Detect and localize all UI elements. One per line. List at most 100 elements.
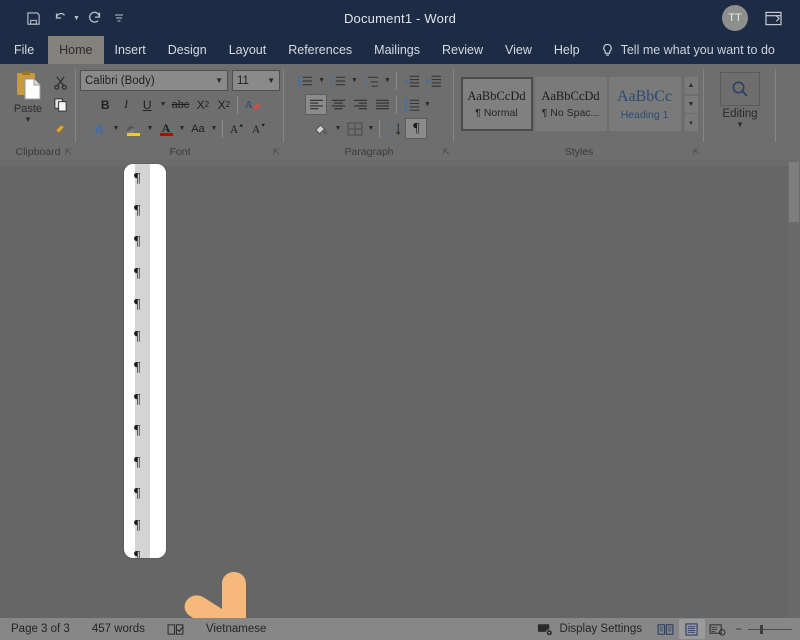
paste-button[interactable]: Paste ▼: [6, 70, 50, 124]
styles-scroll-up-icon[interactable]: ▲: [684, 77, 698, 94]
justify-button[interactable]: [371, 94, 393, 115]
tab-mailings[interactable]: Mailings: [363, 36, 431, 64]
account-avatar[interactable]: TT: [722, 5, 748, 31]
multilevel-dropdown-icon[interactable]: ▼: [382, 77, 393, 84]
cut-button[interactable]: [50, 73, 70, 92]
zoom-track[interactable]: [748, 624, 792, 634]
align-left-icon: [309, 99, 323, 110]
multilevel-list-button[interactable]: 1 a i: [360, 70, 382, 91]
read-mode-button[interactable]: [653, 619, 679, 639]
show-hide-paragraph-marks-button[interactable]: ¶: [405, 118, 428, 139]
scrollbar-thumb[interactable]: [789, 162, 799, 222]
font-size-combobox[interactable]: 11 ▼: [232, 70, 280, 91]
borders-button[interactable]: [344, 118, 366, 139]
increase-indent-button[interactable]: [422, 70, 444, 91]
font-color-button[interactable]: A: [156, 118, 177, 139]
underline-dropdown-icon[interactable]: ▼: [158, 101, 169, 108]
status-bar: Page 3 of 3 457 words Vietnamese Display…: [0, 618, 800, 640]
tab-design[interactable]: Design: [157, 36, 218, 64]
shading-icon: [315, 124, 328, 135]
align-left-button[interactable]: [305, 94, 328, 115]
bold-button[interactable]: B: [95, 94, 116, 115]
decrease-indent-icon: [404, 75, 419, 87]
grow-font-icon: A: [230, 123, 244, 136]
read-mode-icon: [657, 623, 674, 635]
chevron-down-icon[interactable]: ▼: [210, 76, 223, 85]
align-center-button[interactable]: [327, 94, 349, 115]
grow-font-button[interactable]: A: [226, 118, 248, 139]
font-color-dropdown-icon[interactable]: ▼: [177, 125, 188, 132]
font-name-combobox[interactable]: Calibri (Body) ▼: [80, 70, 228, 91]
text-highlight-color-button[interactable]: ab: [122, 118, 145, 139]
decrease-indent-button[interactable]: [400, 70, 422, 91]
highlight-dropdown-icon[interactable]: ▼: [145, 125, 156, 132]
divider: [395, 71, 397, 90]
borders-dropdown-icon[interactable]: ▼: [366, 125, 377, 132]
chevron-down-icon[interactable]: ▼: [262, 76, 275, 85]
styles-scroll-down-icon[interactable]: ▼: [684, 95, 698, 113]
style-heading-1[interactable]: AaBbCс Heading 1: [608, 77, 681, 131]
superscript-button[interactable]: X2: [213, 94, 234, 115]
strikethrough-button[interactable]: abc: [169, 94, 193, 115]
print-layout-button[interactable]: [678, 619, 705, 639]
paragraph-mark: ¶: [134, 360, 141, 375]
subscript-button[interactable]: X2: [192, 94, 213, 115]
shading-button[interactable]: [311, 118, 333, 139]
tab-help[interactable]: Help: [543, 36, 591, 64]
document-canvas[interactable]: ¶ ¶ ¶ ¶ ¶ ¶ ¶ ¶ ¶ ¶ ¶ ¶ ¶: [0, 160, 800, 618]
editing-dropdown-icon[interactable]: ▼: [736, 121, 744, 129]
shrink-font-button[interactable]: A: [248, 118, 270, 139]
style-label: Heading 1: [620, 108, 669, 121]
proofing-errors-icon[interactable]: [156, 623, 195, 636]
editing-button[interactable]: [720, 72, 760, 106]
align-right-button[interactable]: [349, 94, 371, 115]
shading-dropdown-icon[interactable]: ▼: [333, 125, 344, 132]
tab-file[interactable]: File: [0, 36, 48, 64]
style-normal[interactable]: AaBbCcDd ¶ Normal: [460, 77, 533, 131]
language-indicator[interactable]: Vietnamese: [195, 623, 278, 635]
sort-button[interactable]: A Z: [383, 118, 405, 139]
numbering-dropdown-icon[interactable]: ▼: [349, 77, 360, 84]
tab-home[interactable]: Home: [48, 36, 104, 64]
line-spacing-button[interactable]: [400, 94, 422, 115]
tell-me-search[interactable]: Tell me what you want to do: [591, 36, 785, 64]
clear-formatting-button[interactable]: A: [241, 94, 265, 115]
tab-layout[interactable]: Layout: [218, 36, 278, 64]
vertical-scrollbar[interactable]: [788, 162, 800, 618]
zoom-thumb[interactable]: [760, 624, 763, 634]
styles-more-icon[interactable]: ▾: [684, 114, 698, 131]
change-case-dropdown-icon[interactable]: ▼: [208, 125, 219, 132]
ribbon-display-options-icon[interactable]: [762, 7, 784, 29]
style-label: ¶ No Spac...: [541, 107, 600, 119]
display-settings-button[interactable]: Display Settings: [526, 622, 653, 636]
tab-view[interactable]: View: [494, 36, 543, 64]
format-painter-button[interactable]: [50, 117, 70, 136]
tab-insert[interactable]: Insert: [104, 36, 157, 64]
change-case-button[interactable]: Aa: [187, 118, 208, 139]
text-effects-button[interactable]: A: [90, 118, 111, 139]
bullets-button[interactable]: [294, 70, 316, 91]
style-no-spacing[interactable]: AaBbCcDd ¶ No Spac...: [534, 77, 607, 131]
bullet-list-icon: [298, 75, 313, 86]
paste-dropdown-icon[interactable]: ▼: [24, 116, 32, 124]
styles-dialog-launcher-icon[interactable]: ⇱: [692, 147, 700, 158]
paragraph-dialog-launcher-icon[interactable]: ⇱: [442, 147, 450, 158]
line-spacing-dropdown-icon[interactable]: ▼: [422, 101, 433, 108]
web-layout-button[interactable]: [705, 619, 731, 639]
italic-button[interactable]: I: [116, 94, 137, 115]
bullets-dropdown-icon[interactable]: ▼: [316, 77, 327, 84]
tab-review[interactable]: Review: [431, 36, 494, 64]
text-effects-dropdown-icon[interactable]: ▼: [111, 125, 122, 132]
tab-references[interactable]: References: [277, 36, 363, 64]
word-count[interactable]: 457 words: [81, 623, 156, 635]
copy-button[interactable]: [50, 95, 70, 114]
numbering-button[interactable]: 123: [327, 70, 349, 91]
font-dialog-launcher-icon[interactable]: ⇱: [272, 147, 280, 158]
underline-button[interactable]: U: [137, 94, 158, 115]
page-indicator[interactable]: Page 3 of 3: [0, 623, 81, 635]
clipboard-dialog-launcher-icon[interactable]: ⇱: [64, 147, 72, 158]
zoom-slider[interactable]: −: [731, 622, 800, 636]
document-page[interactable]: ¶ ¶ ¶ ¶ ¶ ¶ ¶ ¶ ¶ ¶ ¶ ¶ ¶: [124, 164, 166, 558]
highlight-color-swatch: [126, 132, 140, 136]
zoom-out-button[interactable]: −: [735, 622, 742, 636]
